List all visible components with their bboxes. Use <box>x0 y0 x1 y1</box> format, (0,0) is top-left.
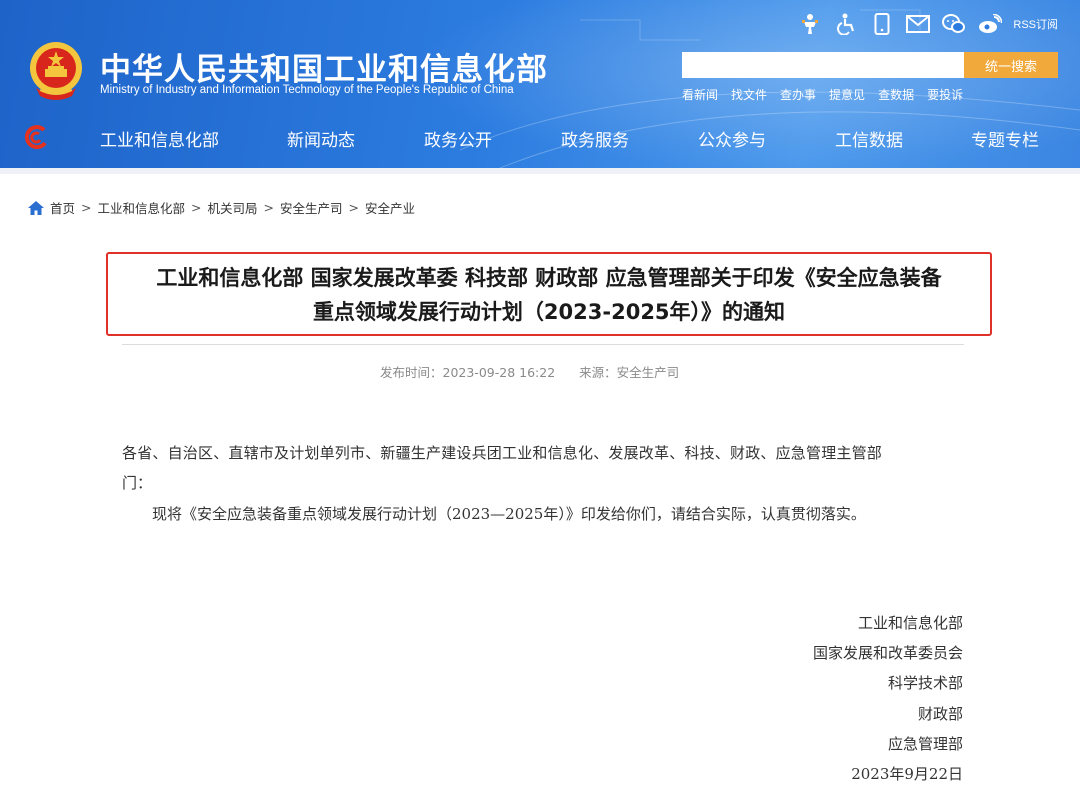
breadcrumb-departments[interactable]: 机关司局 <box>208 198 258 217</box>
accessibility-icon[interactable] <box>833 11 859 37</box>
nav-item-data[interactable]: 工信数据 <box>835 126 903 151</box>
publish-time: 发布时间：2023-09-28 16:22 <box>380 365 556 380</box>
nav-item-government-affairs[interactable]: 政务公开 <box>424 126 492 151</box>
signing-date: 2023年9月22日 <box>851 765 963 783</box>
article-source: 来源：安全生产司 <box>579 365 680 380</box>
breadcrumb-separator: > <box>263 200 274 215</box>
nav-item-news[interactable]: 新闻动态 <box>287 126 355 151</box>
nav-item-topics[interactable]: 专题专栏 <box>971 126 1039 151</box>
header-tools: RSS订阅 <box>797 10 1058 38</box>
site-header: 中华人民共和国工业和信息化部 Ministry of Industry and … <box>0 0 1080 168</box>
salutation-line-2: 门： <box>122 474 153 492</box>
national-emblem-icon[interactable] <box>26 40 86 102</box>
signatory-ndrc: 国家发展和改革委员会 <box>812 644 963 662</box>
quick-link-complaint[interactable]: 要投诉 <box>927 86 963 103</box>
quick-link-news[interactable]: 看新闻 <box>682 86 718 103</box>
search-input[interactable] <box>682 52 964 78</box>
mobile-icon[interactable] <box>869 11 895 37</box>
nav-item-services[interactable]: 政务服务 <box>561 126 629 151</box>
quick-link-files[interactable]: 找文件 <box>731 86 767 103</box>
article-title-line-1: 工业和信息化部 国家发展改革委 科技部 财政部 应急管理部关于印发《安全应急装备 <box>156 266 942 290</box>
breadcrumb-separator: > <box>81 200 92 215</box>
nav-item-public-participation[interactable]: 公众参与 <box>698 126 766 151</box>
search-button[interactable]: 统一搜索 <box>964 52 1058 78</box>
elder-mode-icon[interactable] <box>797 11 823 37</box>
breadcrumb-home[interactable]: 首页 <box>50 198 75 217</box>
salutation-line-1: 各省、自治区、直辖市及计划单列市、新疆生产建设兵团工业和信息化、发展改革、科技、… <box>122 444 883 462</box>
breadcrumb-ministry[interactable]: 工业和信息化部 <box>98 198 186 217</box>
article-meta: 发布时间：2023-09-28 16:22 来源：安全生产司 <box>380 362 699 381</box>
signatory-mof: 财政部 <box>917 705 963 723</box>
home-icon <box>28 200 44 215</box>
body-paragraph: 现将《安全应急装备重点领域发展行动计划（2023—2025年）》印发给你们，请结… <box>152 505 866 523</box>
quick-links: 看新闻 找文件 查办事 提意见 查数据 要投诉 <box>682 86 963 103</box>
quick-link-data[interactable]: 查数据 <box>878 86 914 103</box>
breadcrumb-separator: > <box>191 200 202 215</box>
article-title-line-2: 重点领域发展行动计划（2023-2025年）》的通知 <box>312 300 786 324</box>
wechat-icon[interactable] <box>941 11 967 37</box>
breadcrumb-safety-department[interactable]: 安全生产司 <box>280 198 343 217</box>
rss-link[interactable]: RSS订阅 <box>1013 16 1058 32</box>
signatory-mem: 应急管理部 <box>887 735 963 753</box>
nav-item-ministry[interactable]: 工业和信息化部 <box>100 126 219 151</box>
signatory-most: 科学技术部 <box>887 674 963 692</box>
quick-link-feedback[interactable]: 提意见 <box>829 86 865 103</box>
header-divider <box>0 168 1080 174</box>
site-subtitle: Ministry of Industry and Information Tec… <box>100 84 514 96</box>
signatory-miit: 工业和信息化部 <box>857 614 963 632</box>
site-title[interactable]: 中华人民共和国工业和信息化部 <box>100 44 548 89</box>
title-divider <box>122 344 964 345</box>
breadcrumb-safety-industry[interactable]: 安全产业 <box>365 198 415 217</box>
quick-link-services[interactable]: 查办事 <box>780 86 816 103</box>
breadcrumb-separator: > <box>348 200 359 215</box>
mail-icon[interactable] <box>905 11 931 37</box>
main-nav: 工业和信息化部 新闻动态 政务公开 政务服务 公众参与 工信数据 专题专栏 <box>0 118 1080 156</box>
breadcrumb: 首页 > 工业和信息化部 > 机关司局 > 安全生产司 > 安全产业 <box>28 198 415 217</box>
ministry-logo-icon[interactable] <box>24 124 50 150</box>
weibo-icon[interactable] <box>977 11 1003 37</box>
